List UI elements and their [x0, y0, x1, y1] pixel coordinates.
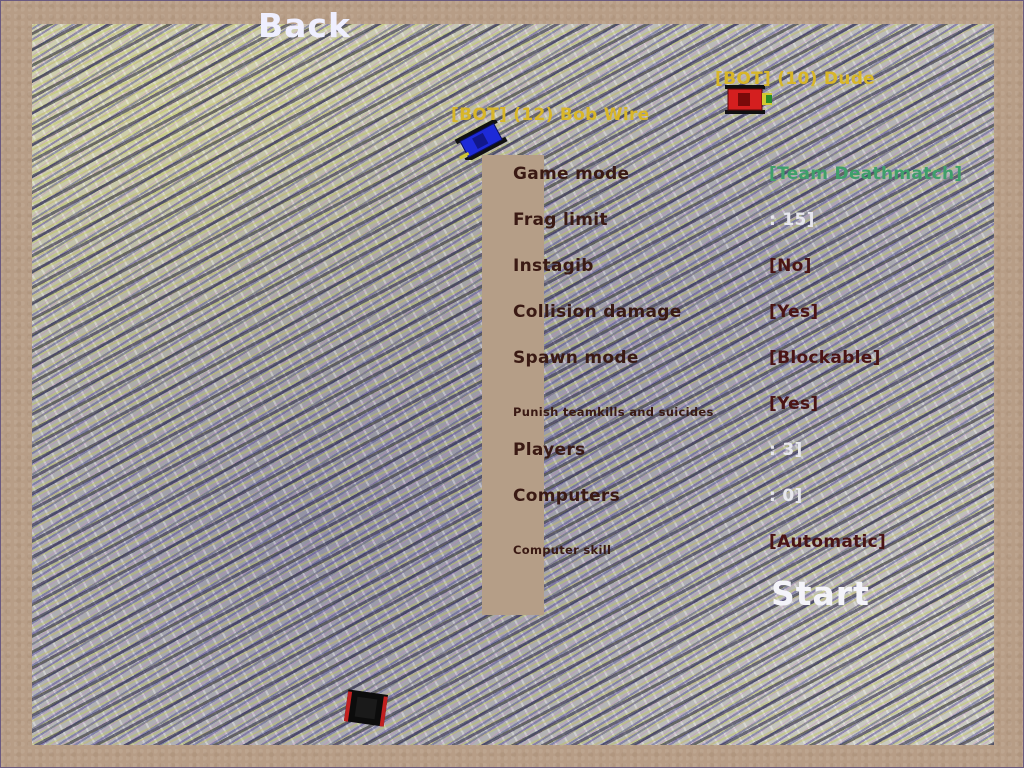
setting-value-collision-damage[interactable]: [Yes]	[769, 302, 818, 322]
start-button[interactable]: Start	[771, 574, 870, 613]
setting-label-instagib: Instagib	[513, 256, 594, 276]
player-name-label: [BOT] (12) Bob Wire	[451, 105, 650, 125]
setting-value-spawn-mode[interactable]: [Blockable]	[769, 348, 881, 368]
setting-label-spawn-mode: Spawn mode	[513, 348, 639, 368]
back-button[interactable]: Back	[258, 6, 351, 45]
setting-value-frag-limit[interactable]: : 15]	[769, 210, 815, 230]
setting-label-punish-teamkills: Punish teamkills and suicides	[513, 405, 714, 419]
black-tank-icon	[343, 689, 389, 727]
setting-value-computers[interactable]: : 0]	[769, 486, 803, 506]
setting-label-computers: Computers	[513, 486, 620, 506]
setting-label-players: Players	[513, 440, 586, 460]
setting-value-punish-teamkills[interactable]: [Yes]	[769, 394, 818, 414]
player-name-label: [BOT] (10) Dude	[715, 69, 875, 89]
setting-label-game-mode: Game mode	[513, 164, 630, 184]
setting-label-frag-limit: Frag limit	[513, 210, 608, 230]
setting-value-game-mode[interactable]: [Team Deathmatch]	[769, 164, 962, 184]
setting-label-collision-damage: Collision damage	[513, 302, 682, 322]
setting-value-players[interactable]: : 3]	[769, 440, 803, 460]
setting-value-computer-skill[interactable]: [Automatic]	[769, 532, 886, 552]
setting-value-instagib[interactable]: [No]	[769, 256, 812, 276]
blue-tank-icon	[454, 120, 508, 160]
setting-label-computer-skill: Computer skill	[513, 543, 612, 557]
